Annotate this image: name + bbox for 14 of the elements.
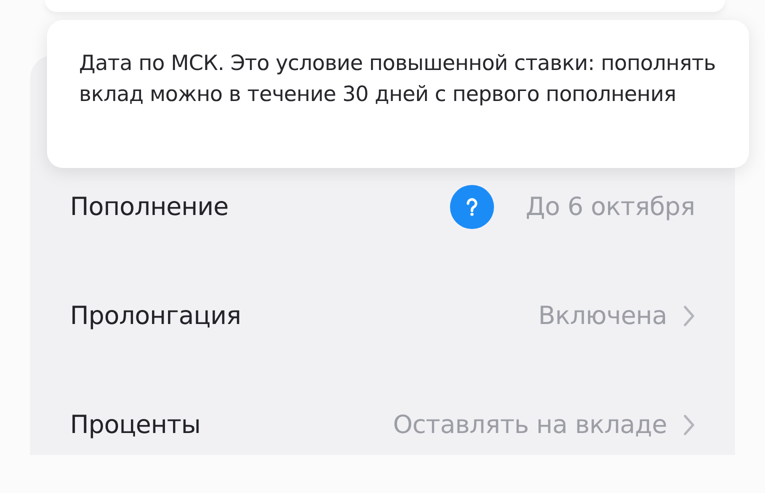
settings-row[interactable]: Пролонгация Включена xyxy=(30,261,735,370)
row-label: Проценты xyxy=(70,410,202,439)
tooltip-text: Дата по МСК. Это условие повышенной ставки: пополнять вклад можно в течение 30 дней с первого пополнения xyxy=(79,50,717,108)
settings-row[interactable]: Проценты Оставлять на вкладе xyxy=(30,370,735,479)
row-label: Пополнение xyxy=(70,192,230,221)
help-button[interactable] xyxy=(450,184,494,228)
question-icon xyxy=(466,198,478,216)
row-value: Оставлять на вкладе xyxy=(392,410,667,439)
row-value: Включена xyxy=(538,301,667,330)
row-value: До 6 октября xyxy=(526,192,695,221)
settings-row[interactable]: Пополнение До 6 октября xyxy=(30,152,735,261)
chevron-right-icon xyxy=(683,414,695,436)
row-label: Пролонгация xyxy=(70,301,242,330)
chevron-right-icon xyxy=(683,304,695,326)
